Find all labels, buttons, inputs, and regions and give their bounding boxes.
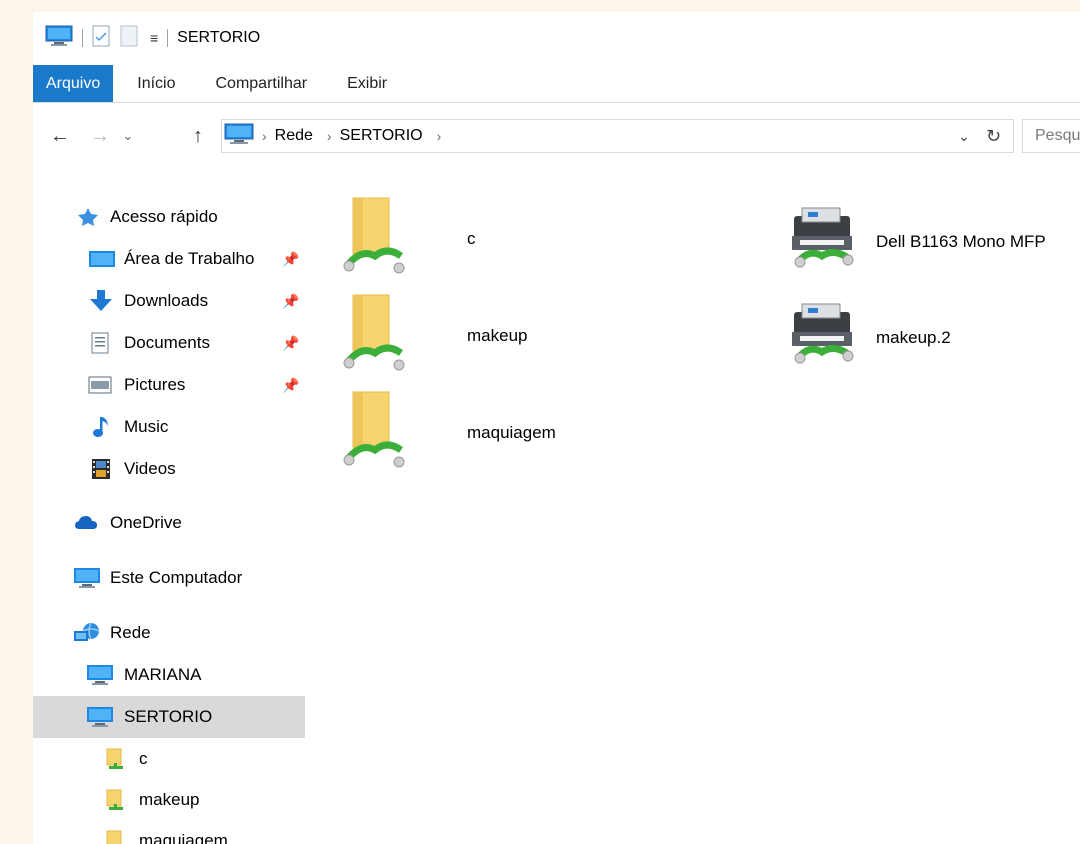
sidebar-item-label: MARIANA <box>124 665 202 684</box>
sidebar-item-share-c[interactable]: c <box>33 739 305 779</box>
list-item-printer-dell[interactable]: Dell B1163 Mono MFP <box>788 206 1046 277</box>
sidebar-item-onedrive[interactable]: OneDrive <box>33 503 305 543</box>
sidebar-item-videos[interactable]: Videos <box>33 449 305 489</box>
breadcrumb-rede[interactable]: Rede <box>275 127 313 145</box>
download-arrow-icon <box>89 289 113 313</box>
forward-button[interactable]: → <box>85 121 115 151</box>
sidebar-item-label: SERTORIO <box>124 707 213 726</box>
sidebar-item-downloads[interactable]: Downloads 📌 <box>33 281 305 321</box>
breadcrumb-sertorio[interactable]: SERTORIO <box>340 127 423 145</box>
sidebar-item-documents[interactable]: Documents 📌 <box>33 323 305 363</box>
network-icon <box>73 622 101 644</box>
address-bar[interactable]: › Rede › SERTORIO › ⌄ ↻ <box>221 119 1014 153</box>
quick-access-toolbar: ≡ <box>45 25 177 52</box>
chevron-down-icon: ⌄ <box>122 128 134 143</box>
sidebar-item-label: Documents <box>124 333 210 352</box>
computer-icon[interactable] <box>45 25 73 52</box>
forward-arrow-icon: → <box>90 124 110 147</box>
customize-toolbar-icon[interactable]: ≡ <box>150 30 158 46</box>
window-title: SERTORIO <box>177 29 261 46</box>
properties-icon[interactable] <box>92 25 110 52</box>
sidebar-item-pictures[interactable]: Pictures 📌 <box>33 365 305 405</box>
list-item-label: makeup <box>467 325 528 345</box>
printer-icon <box>788 302 862 373</box>
up-arrow-icon: ↑ <box>193 124 203 147</box>
document-icon <box>91 332 109 354</box>
film-icon <box>91 458 111 480</box>
star-icon <box>77 207 99 227</box>
address-dropdown-icon[interactable]: ⌄ <box>958 128 970 145</box>
sidebar-item-network[interactable]: Rede <box>33 613 305 653</box>
list-item-label: makeup.2 <box>876 327 951 347</box>
navigation-bar: ← → ⌄ ↑ › Rede › SERTORIO › ⌄ ↻ Pesquisa… <box>33 115 1080 157</box>
list-item-label: Dell B1163 Mono MFP <box>876 231 1046 251</box>
list-item-printer-makeup-2[interactable]: makeup.2 <box>788 302 951 373</box>
back-arrow-icon: ← <box>50 124 70 147</box>
cloud-icon <box>74 515 98 531</box>
list-item-share-makeup[interactable]: makeup <box>343 293 527 378</box>
sidebar-item-label: Rede <box>110 623 151 642</box>
sidebar-item-label: Downloads <box>124 291 209 310</box>
sidebar-item-label: Este Computador <box>110 568 243 587</box>
sidebar-item-label: makeup <box>139 790 200 809</box>
navigation-pane: Acesso rápido Área de Trabalho 📌 Downloa… <box>33 187 305 844</box>
breadcrumb-separator[interactable]: › <box>437 128 442 144</box>
sidebar-item-label: Área de Trabalho <box>124 249 255 268</box>
breadcrumb-separator[interactable]: › <box>327 128 332 144</box>
back-button[interactable]: ← <box>45 121 75 151</box>
shared-folder-icon <box>106 830 124 844</box>
up-button[interactable]: ↑ <box>183 121 213 151</box>
sidebar-item-label: maquiagem <box>139 831 228 844</box>
shared-folder-icon <box>343 196 407 281</box>
sidebar-item-label: Pictures <box>124 375 186 394</box>
sidebar-item-label: Acesso rápido <box>110 207 218 226</box>
shared-folder-icon <box>343 390 407 475</box>
sidebar-item-label: Music <box>124 417 169 436</box>
tab-inicio[interactable]: Início <box>117 65 195 102</box>
title-bar: ≡ SERTORIO <box>33 12 1080 64</box>
tab-compartilhar[interactable]: Compartilhar <box>196 65 328 102</box>
list-item-label: c <box>467 228 476 248</box>
recent-locations-button[interactable]: ⌄ <box>113 121 143 151</box>
refresh-icon[interactable]: ↻ <box>986 126 1001 147</box>
shared-folder-icon <box>106 748 124 770</box>
network-computer-icon <box>224 123 254 150</box>
computer-icon <box>73 567 101 589</box>
sidebar-item-music[interactable]: Music <box>33 407 305 447</box>
sidebar-item-share-maquiagem[interactable]: maquiagem <box>33 821 305 844</box>
sidebar-item-quick-access[interactable]: Acesso rápido <box>33 197 305 237</box>
sidebar-item-label: c <box>139 749 148 768</box>
explorer-window: ≡ SERTORIO Arquivo Início Compartilhar E… <box>33 12 1080 844</box>
shared-folder-icon <box>106 789 124 811</box>
sidebar-item-label: OneDrive <box>110 513 182 532</box>
list-item-label: maquiagem <box>467 422 556 442</box>
breadcrumb-separator[interactable]: › <box>262 128 267 144</box>
computer-icon <box>86 706 114 728</box>
file-list: c makeup maquiagem Dell B1163 Mono MFP m <box>305 172 1080 844</box>
sidebar-item-label: Videos <box>124 459 176 478</box>
sidebar-item-mariana[interactable]: MARIANA <box>33 655 305 695</box>
tab-arquivo[interactable]: Arquivo <box>33 65 114 102</box>
sidebar-item-share-makeup[interactable]: makeup <box>33 780 305 820</box>
pin-icon[interactable]: 📌 <box>282 293 299 310</box>
new-folder-icon[interactable] <box>120 25 138 52</box>
sidebar-item-desktop[interactable]: Área de Trabalho 📌 <box>33 239 305 279</box>
tab-exibir[interactable]: Exibir <box>327 65 407 102</box>
pin-icon[interactable]: 📌 <box>282 251 299 268</box>
search-input[interactable]: Pesquisar SERTORIO <box>1022 119 1080 153</box>
desktop-icon <box>88 249 116 269</box>
computer-icon <box>86 664 114 686</box>
list-item-share-maquiagem[interactable]: maquiagem <box>343 390 556 475</box>
printer-icon <box>788 206 862 277</box>
list-item-share-c[interactable]: c <box>343 196 476 281</box>
sidebar-item-sertorio[interactable]: SERTORIO <box>33 696 305 738</box>
pin-icon[interactable]: 📌 <box>282 377 299 394</box>
music-note-icon <box>92 416 110 438</box>
pictures-icon <box>88 376 112 394</box>
sidebar-item-this-pc[interactable]: Este Computador <box>33 558 305 598</box>
shared-folder-icon <box>343 293 407 378</box>
pin-icon[interactable]: 📌 <box>282 335 299 352</box>
ribbon-tabs: Arquivo Início Compartilhar Exibir <box>33 65 1080 103</box>
